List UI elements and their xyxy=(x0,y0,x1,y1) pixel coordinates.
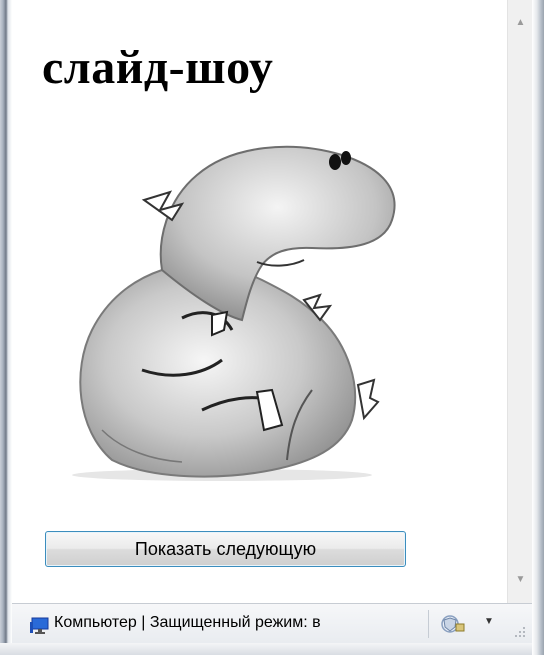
chevron-down-icon[interactable]: ▼ xyxy=(484,616,494,627)
scroll-up-arrow-icon[interactable]: ▲ xyxy=(508,12,533,34)
page-title: слайд-шоу xyxy=(42,41,274,94)
status-text: Компьютер | Защищенный режим: в xyxy=(54,614,321,631)
status-separator xyxy=(428,610,429,638)
monitor-icon xyxy=(30,617,49,634)
window-left-border xyxy=(0,0,12,655)
slideshow-image xyxy=(72,145,396,481)
window-right-border xyxy=(532,0,544,655)
security-shield-icon[interactable] xyxy=(440,614,468,634)
status-bar: Компьютер | Защищенный режим: в ▼ xyxy=(12,603,532,643)
show-next-button[interactable]: Показать следующую xyxy=(45,531,406,567)
scroll-down-arrow-icon[interactable]: ▼ xyxy=(508,569,533,591)
window-bottom-border xyxy=(0,643,544,655)
vertical-scrollbar[interactable]: ▲ ▼ xyxy=(507,0,533,603)
document-viewport: слайд-шоу Показать следующую xyxy=(12,0,507,603)
resize-grip-icon[interactable] xyxy=(512,624,526,638)
